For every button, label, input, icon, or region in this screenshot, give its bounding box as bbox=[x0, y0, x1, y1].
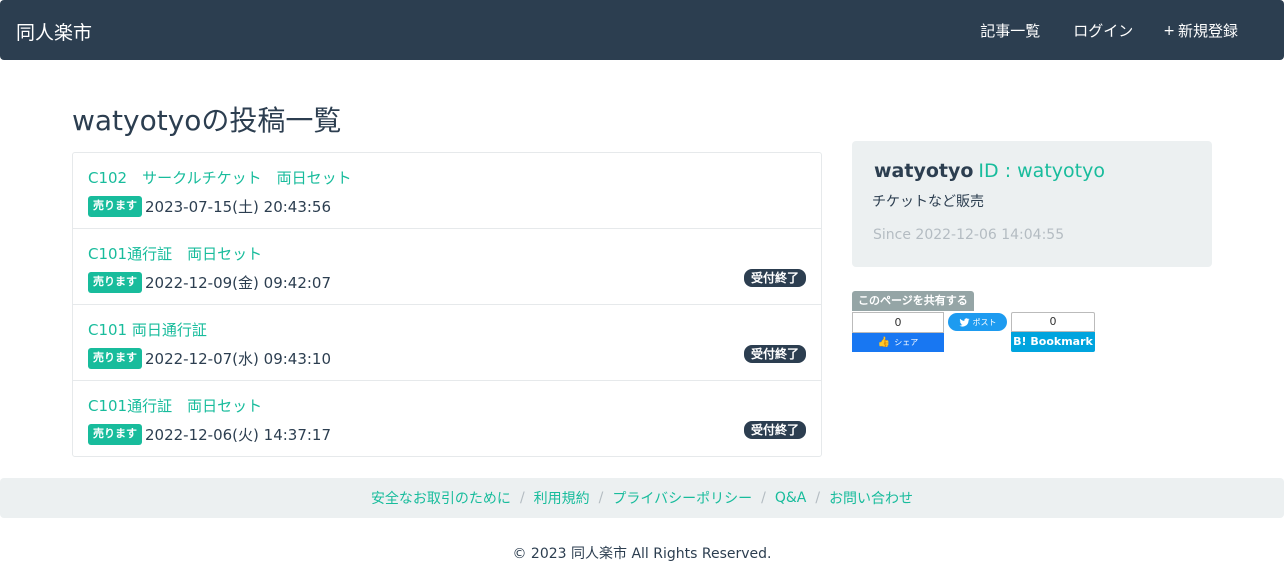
footer-separator: / bbox=[815, 490, 821, 506]
post-meta: 売ります 2022-12-07(水) 09:43:10 bbox=[88, 348, 331, 369]
plus-icon: + bbox=[1163, 22, 1175, 39]
sell-badge: 売ります bbox=[88, 196, 142, 217]
post-title-link[interactable]: C102 サークルチケット 両日セット bbox=[88, 167, 352, 188]
post-list: C102 サークルチケット 両日セット 売ります 2023-07-15(土) 2… bbox=[72, 152, 822, 457]
sell-badge: 売ります bbox=[88, 348, 142, 369]
nav-link-register-label: 新規登録 bbox=[1177, 22, 1238, 40]
page-title: watyotyoの投稿一覧 bbox=[72, 104, 342, 137]
post-date: 2023-07-15(土) 20:43:56 bbox=[145, 198, 332, 216]
profile-since-text: Since 2022-12-06 14:04:55 bbox=[873, 227, 1065, 243]
closed-badge: 受付終了 bbox=[743, 269, 806, 288]
footer-link-terms[interactable]: 利用規約 bbox=[534, 488, 590, 508]
profile-bio: チケットなど販売 bbox=[872, 194, 984, 210]
footer-links: 安全なお取引のために / 利用規約 / プライバシーポリシー / Q&A / お… bbox=[0, 478, 1284, 518]
post-date: 2022-12-09(金) 09:42:07 bbox=[145, 274, 332, 292]
post-item: C102 サークルチケット 両日セット 売ります 2023-07-15(土) 2… bbox=[73, 153, 821, 229]
footer-separator: / bbox=[598, 490, 604, 506]
nav-link-register[interactable]: + 新規登録 bbox=[1163, 20, 1238, 41]
profile-name-row: watyotyo ID : watyotyo bbox=[872, 160, 1105, 182]
post-meta: 売ります 2022-12-06(火) 14:37:17 bbox=[88, 424, 331, 445]
post-meta: 売ります 2023-07-15(土) 20:43:56 bbox=[88, 196, 331, 217]
footer-link-contact[interactable]: お問い合わせ bbox=[829, 488, 913, 508]
brand-logo[interactable]: 同人楽市 bbox=[16, 18, 92, 45]
post-meta: 売ります 2022-12-09(金) 09:42:07 bbox=[88, 272, 331, 293]
sell-badge: 売ります bbox=[88, 272, 142, 293]
share-label: このページを共有する bbox=[852, 291, 974, 312]
post-title-link[interactable]: C101通行証 両日セット bbox=[88, 395, 262, 416]
post-item: C101通行証 両日セット 売ります 2022-12-06(火) 14:37:1… bbox=[73, 381, 821, 456]
post-date: 2022-12-06(火) 14:37:17 bbox=[145, 426, 332, 444]
post-item: C101通行証 両日セット 売ります 2022-12-09(金) 09:42:0… bbox=[73, 229, 821, 305]
hatena-bookmark-widget[interactable]: 0 B! Bookmark bbox=[1011, 312, 1095, 352]
post-item: C101 両日通行証 売ります 2022-12-07(水) 09:43:10 受… bbox=[73, 305, 821, 381]
nav-link-login-label: ログイン bbox=[1073, 22, 1134, 40]
twitter-share-button[interactable]: ポスト bbox=[948, 313, 1007, 331]
hatena-bookmark-button[interactable]: B! Bookmark bbox=[1011, 332, 1095, 352]
footer-separator: / bbox=[761, 490, 766, 506]
twitter-share-label: ポスト bbox=[972, 317, 997, 327]
navbar: 同人楽市 記事一覧 ログイン + 新規登録 bbox=[0, 0, 1284, 60]
nav-link-login[interactable]: ログイン bbox=[1070, 20, 1133, 41]
twitter-bird-icon bbox=[958, 317, 970, 327]
footer-separator: / bbox=[519, 490, 525, 506]
nav-links: 記事一覧 ログイン + 新規登録 bbox=[947, 20, 1238, 41]
closed-badge: 受付終了 bbox=[743, 421, 806, 440]
post-title-link[interactable]: C101 両日通行証 bbox=[88, 319, 207, 340]
footer-link-safety[interactable]: 安全なお取引のために bbox=[371, 488, 511, 508]
sell-badge: 売ります bbox=[88, 424, 142, 445]
facebook-share-widget[interactable]: 0 👍 シェア bbox=[852, 312, 944, 352]
post-date: 2022-12-07(水) 09:43:10 bbox=[145, 350, 332, 368]
copyright: © 2023 同人楽市 All Rights Reserved. bbox=[512, 546, 772, 562]
thumbs-up-icon: 👍 bbox=[877, 337, 891, 348]
facebook-share-button[interactable]: 👍 シェア bbox=[852, 333, 944, 352]
post-title-link[interactable]: C101通行証 両日セット bbox=[88, 243, 262, 264]
footer-link-qa[interactable]: Q&A bbox=[775, 490, 807, 506]
facebook-share-count: 0 bbox=[852, 312, 944, 333]
profile-name: watyotyo bbox=[874, 160, 974, 182]
nav-link-articles-label: 記事一覧 bbox=[980, 22, 1041, 40]
footer-link-privacy[interactable]: プライバシーポリシー bbox=[612, 488, 752, 508]
hatena-bookmark-count: 0 bbox=[1011, 312, 1095, 332]
profile-card: watyotyo ID : watyotyo チケットなど販売 Since 20… bbox=[852, 141, 1212, 267]
profile-id: ID : watyotyo bbox=[978, 160, 1105, 182]
closed-badge: 受付終了 bbox=[743, 345, 806, 364]
facebook-share-label: シェア bbox=[894, 338, 919, 347]
profile-since: Since 2022-12-06 14:04:55 bbox=[872, 227, 1064, 243]
nav-link-articles[interactable]: 記事一覧 bbox=[977, 20, 1040, 41]
